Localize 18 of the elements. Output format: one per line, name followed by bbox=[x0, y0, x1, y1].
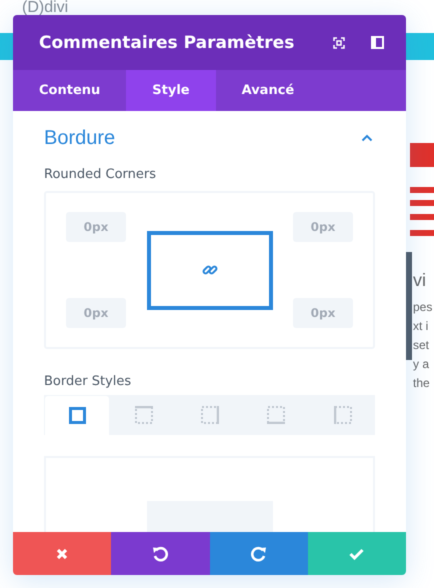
page-text: pes bbox=[413, 299, 432, 316]
page-text: xt i bbox=[413, 318, 430, 335]
tab[interactable]: Contenu bbox=[13, 70, 126, 111]
page-text: set bbox=[413, 337, 430, 354]
corner-input[interactable]: 0px bbox=[293, 298, 353, 328]
page-text: y a bbox=[413, 356, 430, 373]
corner-input[interactable]: 0px bbox=[66, 298, 126, 328]
corner-input[interactable]: 0px bbox=[293, 212, 353, 242]
site-logo: (D)divi bbox=[22, 0, 68, 15]
page-heading: vi bbox=[413, 269, 427, 292]
tab[interactable]: Style bbox=[126, 70, 216, 111]
section-title[interactable]: Bordure bbox=[44, 126, 116, 150]
corner-input[interactable]: 0px bbox=[66, 212, 126, 242]
field-label: Rounded Corners bbox=[44, 167, 158, 182]
field-label: Border Styles bbox=[44, 374, 132, 389]
tab[interactable]: Avancé bbox=[216, 70, 320, 111]
window-title: Commentaires Paramètres bbox=[39, 32, 296, 52]
page-text: the bbox=[413, 375, 431, 392]
